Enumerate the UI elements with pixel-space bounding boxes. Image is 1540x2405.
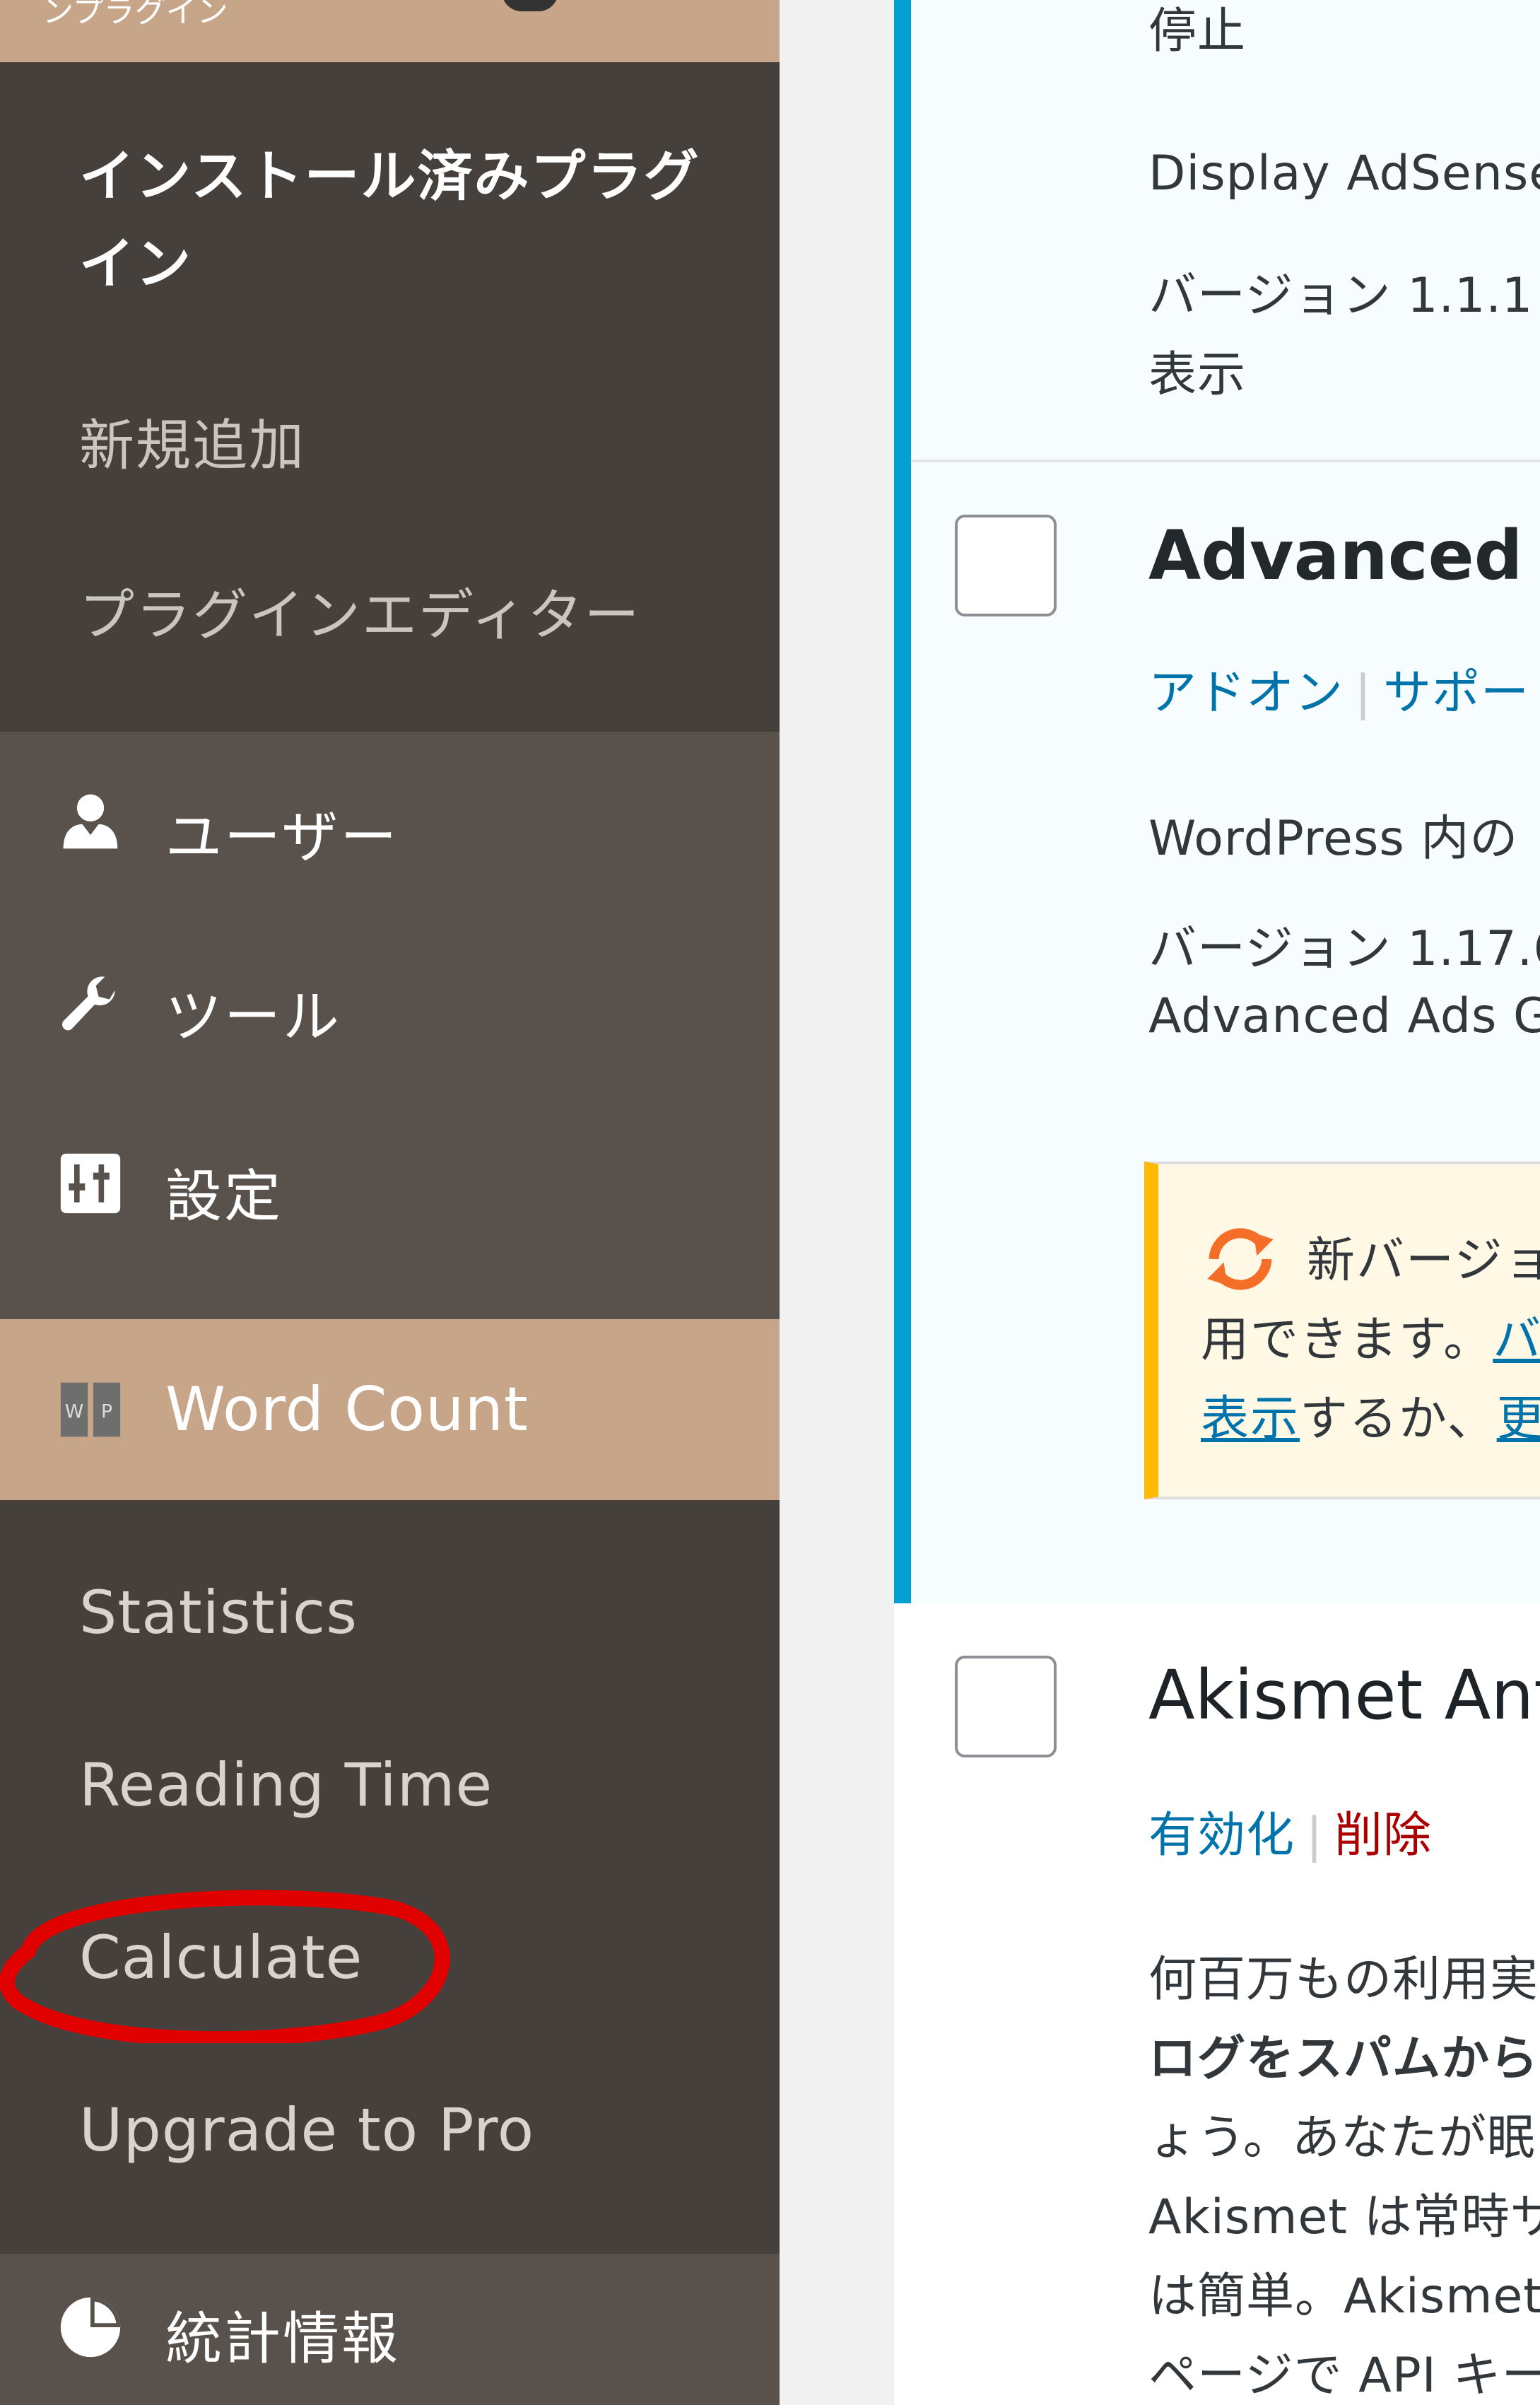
menu-word-count-label: Word Count [165, 1374, 529, 1445]
plugins-list: 停止 Display AdSense バージョン 1.1.1 | 表示 Adva… [894, 0, 1540, 2405]
deactivate-link[interactable]: 停止 [1148, 0, 1246, 62]
link-separator: | [1306, 1808, 1323, 1863]
menu-tools-label: ツール [165, 984, 341, 1050]
update-notice-line2: 用できます。バ [1201, 1300, 1540, 1370]
submenu-add-new[interactable]: 新規追加 [79, 402, 305, 481]
link-separator: | [1355, 665, 1372, 721]
submenu-plugin-editor[interactable]: プラグインエディター [79, 571, 641, 650]
plugin-description-line: 何百万もの利用実 [1148, 1952, 1539, 2008]
view-details-link[interactable]: 表示 [1201, 1391, 1300, 1447]
submenu-statistics[interactable]: Statistics [79, 1578, 358, 1647]
update-count-badge [502, 0, 558, 11]
plugin-version: バージョン 1.17.6 [1148, 921, 1540, 977]
update-notice: 新バージョ 用できます。バ 表示するか、更 [1144, 1161, 1540, 1499]
activate-link[interactable]: 有効化 [1148, 1808, 1295, 1863]
active-plugin-block: 停止 Display AdSense バージョン 1.1.1 | 表示 Adva… [894, 0, 1540, 1603]
menu-stats-label: 統計情報 [165, 2306, 400, 2372]
plugin-checkbox[interactable] [955, 515, 1057, 616]
plugin-checkbox[interactable] [955, 1656, 1057, 1757]
admin-sidebar: ンプラグイン インストール済みプラグイン 新規追加 プラグインエディター ユーザ… [0, 0, 780, 2405]
plugin-version: バージョン 1.1.1 | [1148, 268, 1540, 324]
row-divider [911, 460, 1540, 462]
submenu-upgrade-to-pro[interactable]: Upgrade to Pro [79, 2095, 534, 2165]
plugins-submenu: インストール済みプラグイン 新規追加 プラグインエディター [0, 62, 780, 732]
plugin-description: Display AdSense [1148, 146, 1540, 201]
pie-chart-icon [60, 2297, 121, 2358]
plugin-description: WordPress 内の [1148, 811, 1519, 867]
plugin-title: Advanced A [1148, 516, 1540, 595]
plugin-description-line: ログをスパムから [1148, 2031, 1539, 2087]
plugin-description-line: Akismet は常時サ [1148, 2189, 1540, 2245]
menu-users[interactable]: ユーザー [0, 735, 780, 916]
menu-users-label: ユーザー [165, 804, 399, 870]
update-notice-line3: 表示するか、更 [1201, 1379, 1540, 1449]
update-notice-line1: 新バージョ [1307, 1233, 1540, 1289]
menu-stats[interactable]: 統計情報 [0, 2254, 780, 2405]
menu-word-count[interactable]: W P Word Count [0, 1319, 780, 1500]
update-icon [1207, 1228, 1274, 1290]
submenu-reading-time[interactable]: Reading Time [79, 1750, 493, 1820]
menu-settings-label: 設定 [165, 1164, 283, 1229]
word-count-submenu: Statistics Reading Time Calculate Upgrad… [0, 1500, 780, 2254]
wrench-icon [62, 976, 115, 1031]
settings-sliders-icon [60, 1153, 121, 1214]
support-link[interactable]: サポー [1383, 665, 1529, 721]
svg-text:P: P [101, 1401, 112, 1423]
menu-settings[interactable]: 設定 [0, 1097, 780, 1278]
plugin-description-line: ページで API キー [1148, 2348, 1540, 2404]
plugins-menu-header[interactable]: ンプラグイン [0, 0, 780, 62]
plugin-author-link[interactable]: Advanced Ads G [1148, 988, 1540, 1044]
submenu-installed-plugins[interactable]: インストール済みプラグイン [79, 133, 751, 308]
plugin-action-links: アドオン | サポー [1148, 653, 1529, 723]
addons-link[interactable]: アドオン [1148, 665, 1344, 721]
user-icon [63, 794, 118, 849]
plugin-action-links: 有効化 | 削除 [1148, 1796, 1432, 1866]
plugin-title: Akismet Ant [1148, 1656, 1540, 1735]
view-version-link[interactable]: バ [1493, 1312, 1540, 1368]
update-now-link[interactable]: 更 [1497, 1391, 1540, 1447]
plugins-menu-label: ンプラグイン [42, 0, 228, 30]
view-details-link[interactable]: 表示 [1148, 335, 1246, 405]
menu-tools[interactable]: ツール [0, 916, 780, 1097]
word-count-plugin-icon: W P [60, 1382, 121, 1437]
plugin-description-line: ょう。あなたが眠 [1148, 2110, 1536, 2166]
submenu-calculate[interactable]: Calculate [79, 1923, 363, 1992]
delete-link[interactable]: 削除 [1334, 1808, 1432, 1863]
plugin-description-line: は簡単。Akismet [1148, 2269, 1540, 2324]
svg-text:W: W [65, 1401, 84, 1423]
